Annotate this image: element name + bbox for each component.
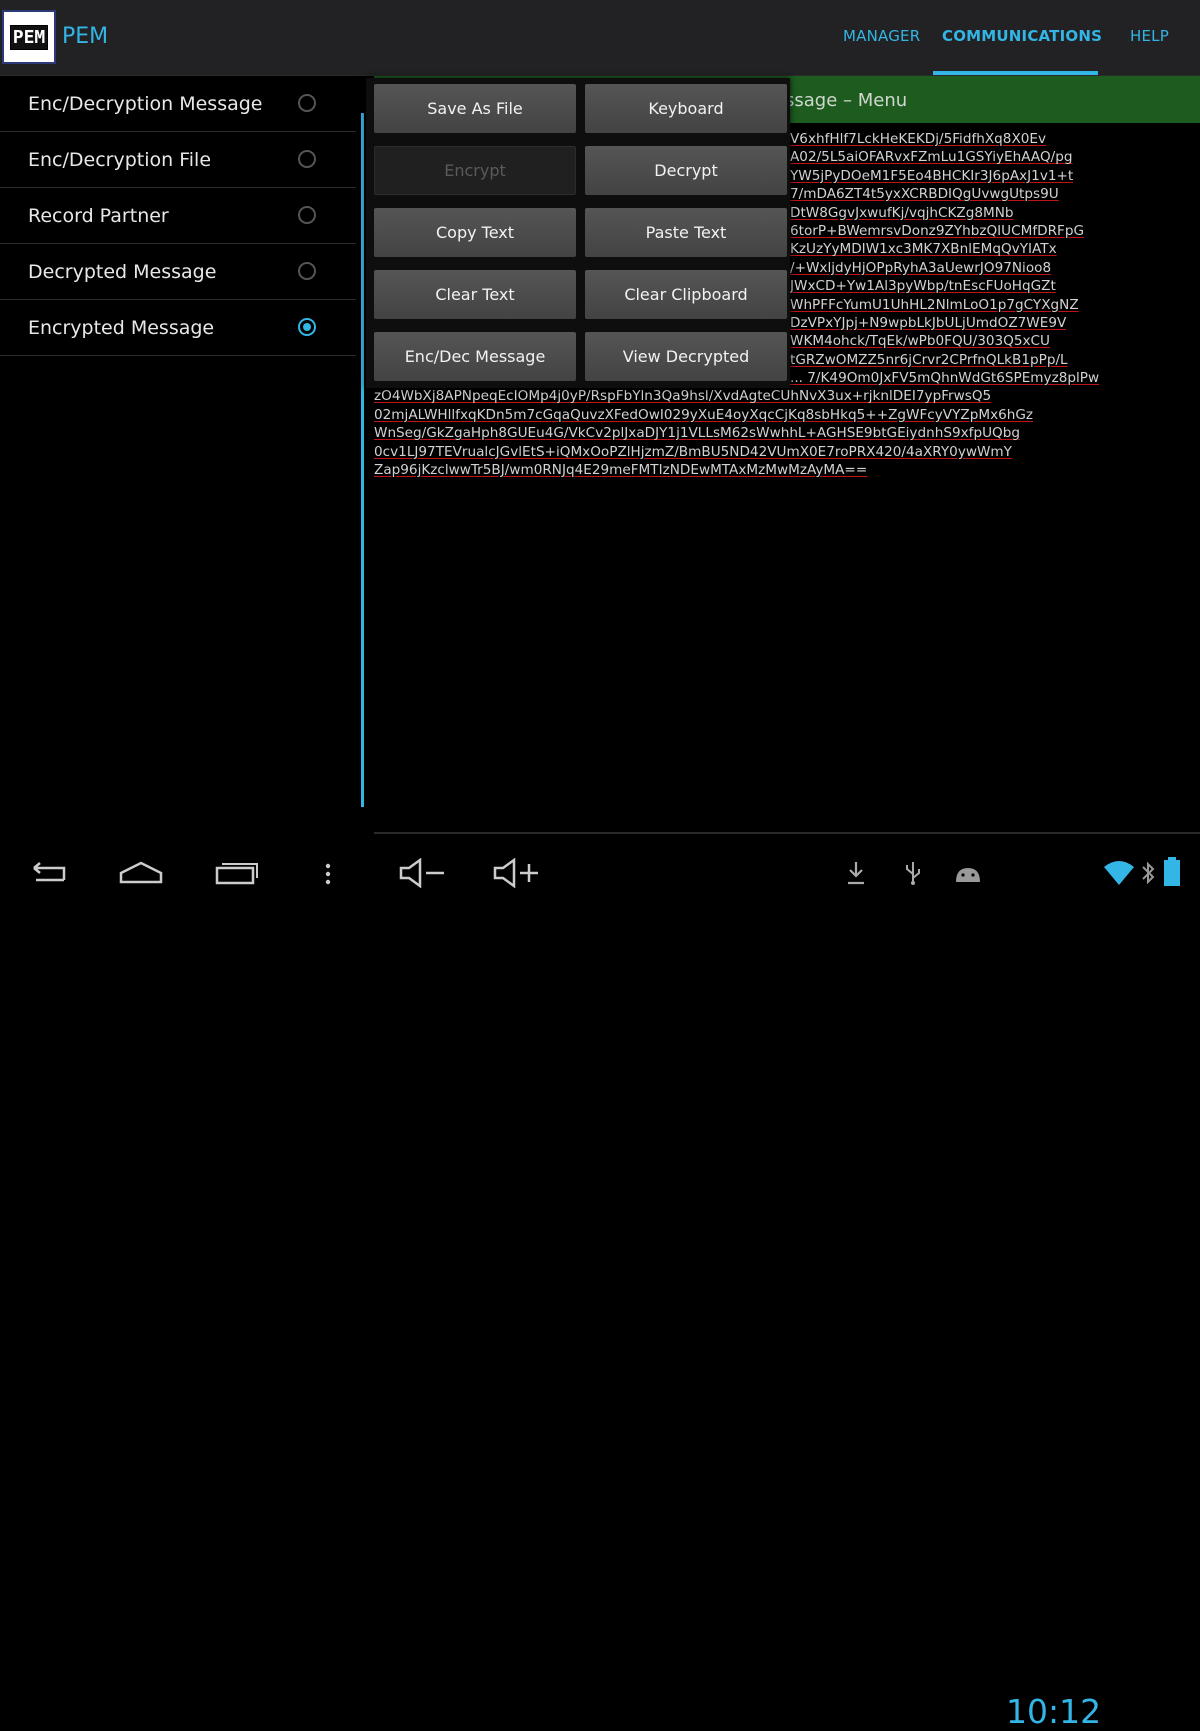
battery-icon [1164, 857, 1180, 886]
radio-button[interactable] [298, 206, 316, 224]
app-title: PEM [62, 24, 109, 49]
sidebar-item-enc-decryption-file[interactable]: Enc/Decryption File [0, 132, 356, 188]
actions-popup-menu: Save As File Keyboard Encrypt Decrypt Co… [366, 78, 790, 388]
cipher-line: zO4WbXj8APNpeqEcIOMp4j0yP/RspFbYln3Qa9hs… [374, 388, 992, 405]
radio-button[interactable] [298, 150, 316, 168]
overflow-menu-icon[interactable] [324, 862, 332, 886]
usb-icon [906, 862, 920, 885]
tab-communications[interactable]: COMMUNICATIONS [942, 27, 1102, 45]
cipher-line: 0cv1LJ97TEVrualcJGvlEtS+iQMxOoPZlHjzmZ/B… [374, 443, 1012, 460]
bluetooth-icon [1142, 861, 1155, 885]
sidebar-item-label: Enc/Decryption Message [28, 92, 263, 115]
home-icon[interactable] [118, 860, 164, 886]
sidebar-item-label: Decrypted Message [28, 260, 217, 283]
app-logo[interactable]: PEM [2, 10, 56, 64]
back-icon[interactable] [26, 862, 68, 886]
volume-down-icon[interactable] [398, 858, 448, 888]
logo-text: PEM [9, 24, 49, 50]
selected-tab-indicator [933, 71, 1098, 75]
view-decrypted-button[interactable]: View Decrypted [585, 332, 787, 381]
paste-text-button[interactable]: Paste Text [585, 208, 787, 257]
tab-help[interactable]: HELP [1130, 27, 1169, 45]
status-clock: 10:12 [1006, 1692, 1102, 1731]
scroll-indicator [361, 113, 364, 807]
volume-up-icon[interactable] [492, 858, 542, 888]
keyboard-button[interactable]: Keyboard [585, 84, 787, 133]
system-navigation-bar: 10:12 [0, 840, 1200, 1731]
action-bar: PEM PEM MANAGER COMMUNICATIONS HELP [0, 0, 1200, 76]
sidebar-item-decrypted-message[interactable]: Decrypted Message [0, 244, 356, 300]
copy-text-button[interactable]: Copy Text [374, 208, 576, 257]
cipher-line: WnSeg/GkZgaHph8GUEu4G/VkCv2plJxaDJY1j1VL… [374, 425, 1020, 442]
sidebar-item-encrypted-message[interactable]: Encrypted Message [0, 300, 356, 356]
download-icon [848, 862, 864, 885]
encrypt-button[interactable]: Encrypt [374, 146, 576, 195]
cipher-line: 02mjALWHllfxqKDn5m7cGqaQuvzXFedOwI029yXu… [374, 406, 1034, 423]
content-header-title: ssage – Menu [785, 90, 908, 111]
sidebar-item-record-partner[interactable]: Record Partner [0, 188, 356, 244]
sidebar-item-enc-decryption-message[interactable]: Enc/Decryption Message [0, 76, 356, 132]
clear-clipboard-button[interactable]: Clear Clipboard [585, 270, 787, 319]
radio-button[interactable] [298, 94, 316, 112]
radio-button[interactable] [298, 262, 316, 280]
sidebar-list: Enc/Decryption Message Enc/Decryption Fi… [0, 76, 356, 356]
sidebar-item-label: Record Partner [28, 204, 169, 227]
recent-apps-icon[interactable] [213, 860, 259, 886]
cipher-line: Zap96jKzclwwTr5BJ/wm0RNJq4E29meFMTIzNDEw… [374, 462, 868, 479]
android-debug-icon [956, 868, 980, 882]
save-as-file-button[interactable]: Save As File [374, 84, 576, 133]
decrypt-button[interactable]: Decrypt [585, 146, 787, 195]
sidebar-item-label: Enc/Decryption File [28, 148, 212, 171]
clear-text-button[interactable]: Clear Text [374, 270, 576, 319]
radio-button-checked[interactable] [298, 318, 316, 336]
enc-dec-message-button[interactable]: Enc/Dec Message [374, 332, 576, 381]
wifi-icon [1104, 861, 1134, 885]
bottom-divider [374, 832, 1200, 834]
tab-manager[interactable]: MANAGER [843, 27, 920, 45]
sidebar-item-label: Encrypted Message [28, 316, 215, 339]
